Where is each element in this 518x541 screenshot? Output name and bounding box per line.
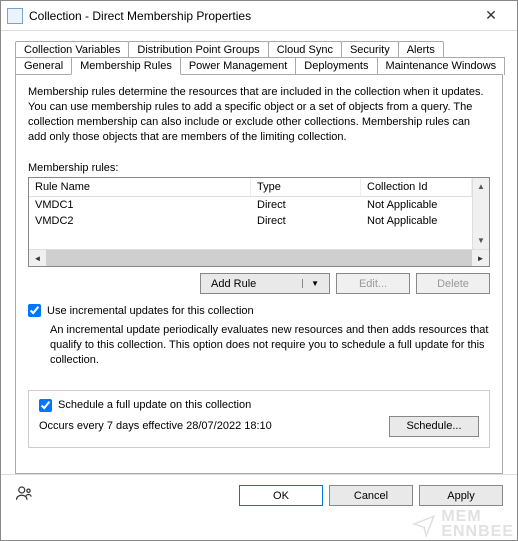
incremental-label: Use incremental updates for this collect… [47,305,254,317]
tab-collection-variables[interactable]: Collection Variables [15,41,129,58]
col-collection-id[interactable]: Collection Id [361,178,472,196]
horizontal-scrollbar[interactable]: ◄ ► [29,249,489,266]
tab-general[interactable]: General [15,57,72,75]
cancel-button[interactable]: Cancel [329,485,413,506]
cell-type: Direct [251,197,361,213]
close-button[interactable]: ✕ [471,2,511,30]
cell-collection-id: Not Applicable [361,197,472,213]
apply-button[interactable]: Apply [419,485,503,506]
edit-button: Edit... [336,273,410,294]
scroll-left-icon[interactable]: ◄ [29,250,46,267]
scroll-down-icon[interactable]: ▼ [473,232,489,249]
schedule-checkbox[interactable] [39,399,52,412]
rules-grid[interactable]: Rule Name Type Collection Id VMDC1 Direc… [28,177,490,267]
window-title: Collection - Direct Membership Propertie… [29,9,471,23]
scroll-right-icon[interactable]: ► [472,250,489,267]
tab-panel-membership-rules: Membership rules determine the resources… [15,74,503,474]
cell-rule-name: VMDC1 [29,197,251,213]
scroll-up-icon[interactable]: ▲ [473,178,489,195]
col-rule-name[interactable]: Rule Name [29,178,251,196]
watermark-line2: ENNBEE [441,525,514,539]
col-type[interactable]: Type [251,178,361,196]
cell-type: Direct [251,213,361,229]
dialog-footer: OK Cancel Apply [1,474,517,516]
schedule-group: Schedule a full update on this collectio… [28,390,490,448]
cell-collection-id: Not Applicable [361,213,472,229]
vertical-scrollbar[interactable]: ▲ ▼ [472,178,489,249]
add-rule-button[interactable]: Add Rule ▼ [200,273,330,294]
table-row[interactable]: VMDC2 Direct Not Applicable [29,213,472,229]
tab-membership-rules[interactable]: Membership Rules [71,57,181,75]
tab-security[interactable]: Security [341,41,399,58]
tab-power-management[interactable]: Power Management [180,57,296,75]
schedule-label: Schedule a full update on this collectio… [58,399,251,411]
tab-strip: Collection Variables Distribution Point … [15,41,503,474]
chevron-down-icon: ▼ [302,279,319,288]
tab-distribution-point-groups[interactable]: Distribution Point Groups [128,41,268,58]
cell-rule-name: VMDC2 [29,213,251,229]
scroll-track[interactable] [46,250,472,266]
titlebar: Collection - Direct Membership Propertie… [1,1,517,31]
ok-button[interactable]: OK [239,485,323,506]
app-icon [7,8,23,24]
tab-cloud-sync[interactable]: Cloud Sync [268,41,342,58]
table-row[interactable]: VMDC1 Direct Not Applicable [29,197,472,213]
user-icon [15,484,33,507]
tab-alerts[interactable]: Alerts [398,41,444,58]
rules-label: Membership rules: [28,162,490,174]
grid-header: Rule Name Type Collection Id [29,178,472,197]
tab-maintenance-windows[interactable]: Maintenance Windows [377,57,506,75]
incremental-description: An incremental update periodically evalu… [50,323,490,368]
add-rule-label: Add Rule [211,278,256,290]
schedule-button[interactable]: Schedule... [389,416,479,437]
delete-button: Delete [416,273,490,294]
incremental-checkbox[interactable] [28,304,41,317]
tab-deployments[interactable]: Deployments [295,57,377,75]
schedule-occurs-text: Occurs every 7 days effective 28/07/2022… [39,420,272,432]
panel-description: Membership rules determine the resources… [28,85,490,144]
